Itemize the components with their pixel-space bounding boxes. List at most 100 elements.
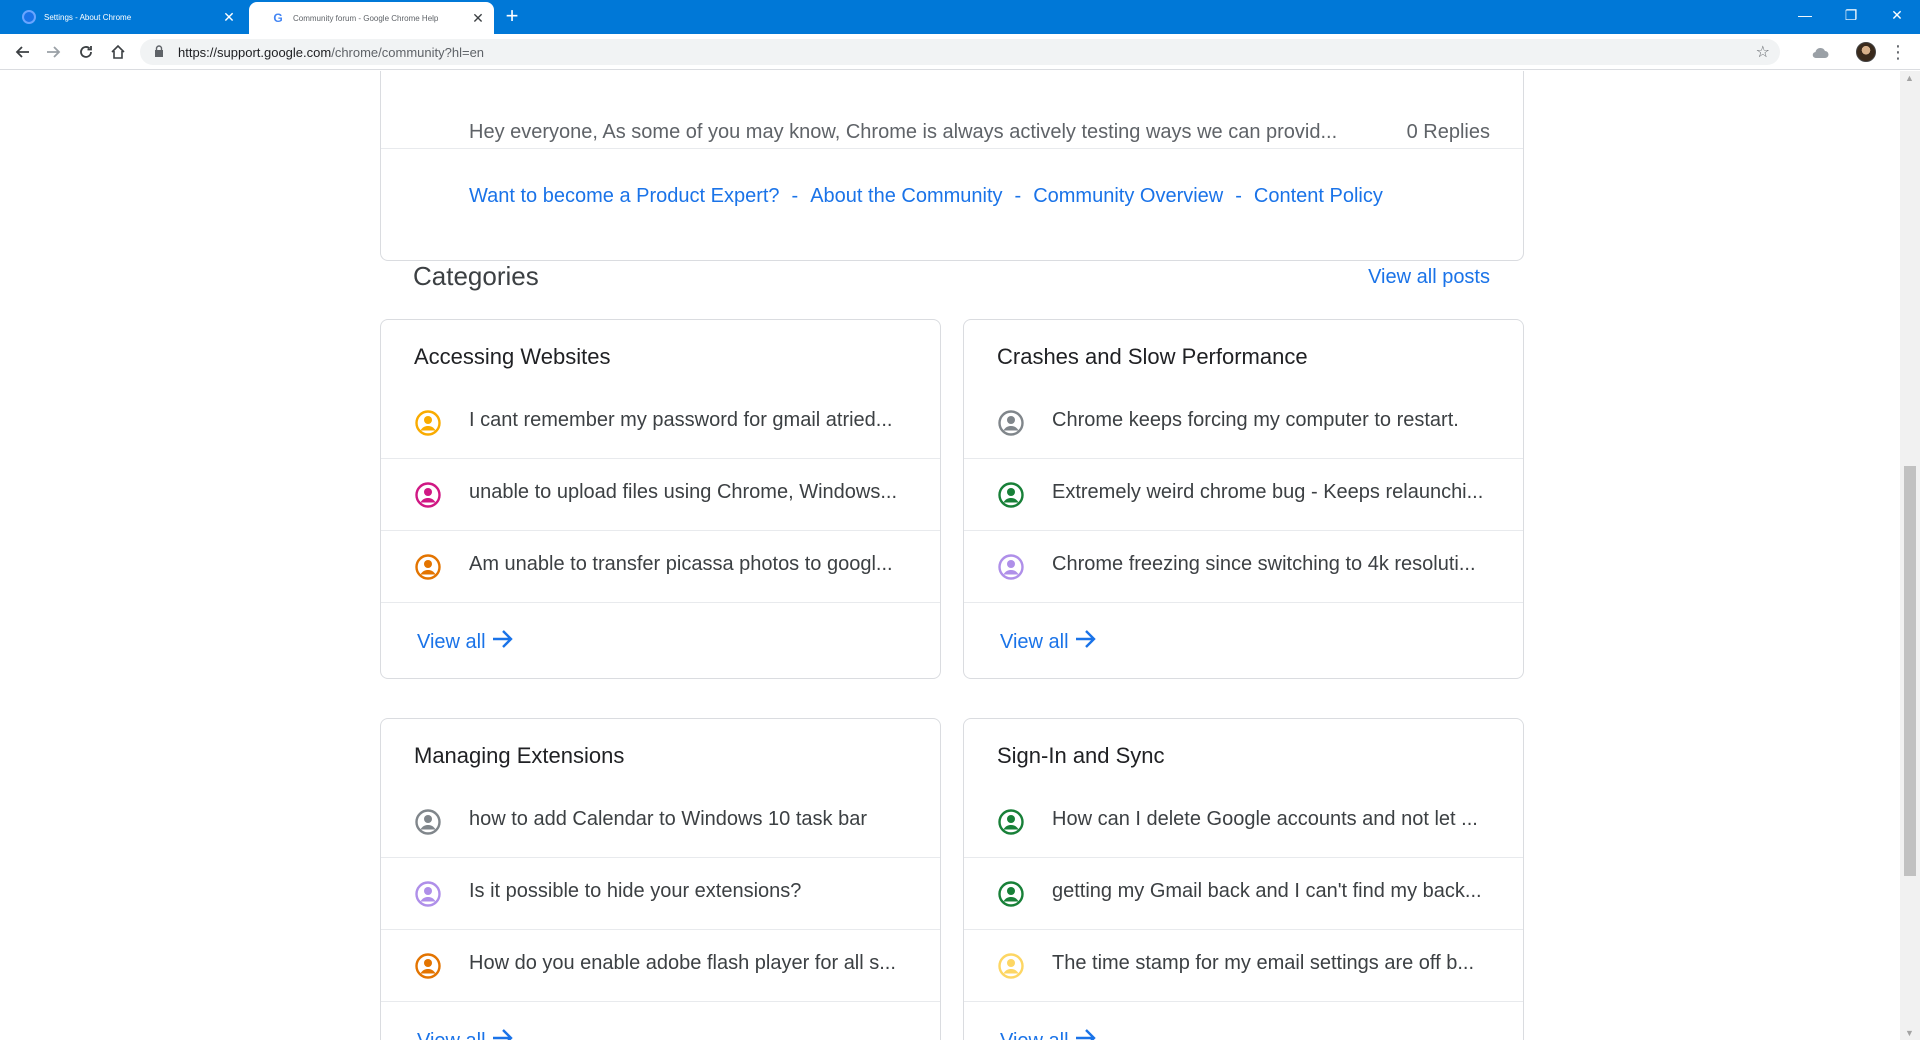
category-title[interactable]: Accessing Websites	[414, 344, 610, 370]
extension-cloud-icon[interactable]	[1808, 40, 1832, 64]
arrow-right-icon	[492, 629, 514, 655]
category-card: Managing Extensions how to add Calendar t…	[380, 718, 941, 1040]
reply-count: 0 Replies	[1406, 121, 1490, 143]
url-host: https://support.google.com	[178, 44, 332, 60]
menu-kebab-icon[interactable]: ⋮	[1886, 40, 1910, 64]
category-title[interactable]: Sign-In and Sync	[997, 743, 1165, 769]
user-avatar-icon	[998, 953, 1024, 979]
user-avatar-icon	[998, 809, 1024, 835]
user-avatar-icon	[998, 881, 1024, 907]
user-avatar-icon	[415, 482, 441, 508]
reload-icon[interactable]	[74, 40, 98, 64]
user-avatar-icon	[415, 953, 441, 979]
post-title: Am unable to transfer picassa photos to …	[469, 553, 893, 575]
categories-heading: Categories	[413, 261, 539, 291]
view-all-label: View all	[1000, 1030, 1069, 1040]
user-avatar-icon	[998, 410, 1024, 436]
category-post-row[interactable]: Is it possible to hide your extensions?	[381, 858, 940, 930]
post-title: The time stamp for my email settings are…	[1052, 952, 1475, 974]
lock-icon	[154, 44, 168, 60]
post-title: Chrome freezing since switching to 4k re…	[1052, 553, 1476, 575]
category-card: Crashes and Slow Performance Chrome keeps…	[963, 319, 1524, 679]
tab-community-forum[interactable]: G Community forum - Google Chrome Help ✕	[249, 2, 494, 34]
tab-title: Community forum - Google Chrome Help	[293, 13, 439, 23]
tab-settings-about-chrome[interactable]: Settings - About Chrome ✕	[0, 0, 245, 34]
close-icon[interactable]: ✕	[221, 9, 237, 26]
product-expert-link[interactable]: Want to become a Product Expert?	[469, 185, 780, 208]
community-overview-link[interactable]: Community Overview	[1033, 185, 1223, 208]
post-title: Extremely weird chrome bug - Keeps relau…	[1052, 481, 1484, 503]
arrow-right-icon	[492, 1028, 514, 1040]
user-avatar-icon	[998, 482, 1024, 508]
category-post-row[interactable]: The time stamp for my email settings are…	[964, 930, 1523, 1002]
post-title: how to add Calendar to Windows 10 task b…	[469, 808, 867, 830]
category-post-row[interactable]: Chrome freezing since switching to 4k re…	[964, 531, 1523, 603]
featured-posts-card: Hey everyone, As some of you may know, C…	[380, 71, 1524, 261]
restore-icon[interactable]: ❐	[1828, 0, 1874, 30]
category-title[interactable]: Crashes and Slow Performance	[997, 344, 1308, 370]
user-avatar-icon	[415, 881, 441, 907]
post-title: I cant remember my password for gmail at…	[469, 409, 893, 431]
minimize-icon[interactable]: —	[1782, 0, 1828, 30]
category-post-row[interactable]: Chrome keeps forcing my computer to rest…	[964, 387, 1523, 459]
category-title[interactable]: Managing Extensions	[414, 743, 624, 769]
post-title: getting my Gmail back and I can't find m…	[1052, 880, 1482, 902]
post-snippet: Hey everyone, As some of you may know, C…	[469, 121, 1338, 143]
category-post-row[interactable]: How can I delete Google accounts and not…	[964, 786, 1523, 858]
category-post-row[interactable]: How do you enable adobe flash player for…	[381, 930, 940, 1002]
category-post-row[interactable]: how to add Calendar to Windows 10 task b…	[381, 786, 940, 858]
close-window-icon[interactable]: ✕	[1874, 0, 1920, 30]
user-avatar-icon	[415, 410, 441, 436]
category-card: Accessing Websites I cant remember my pas…	[380, 319, 941, 679]
url-text: https://support.google.com/chrome/commun…	[178, 45, 484, 60]
category-post-row[interactable]: Am unable to transfer picassa photos to …	[381, 531, 940, 603]
view-all-link[interactable]: View all	[417, 1028, 514, 1040]
community-links: Want to become a Product Expert? - About…	[469, 185, 1383, 208]
category-card: Sign-In and Sync How can I delete Google …	[963, 718, 1524, 1040]
view-all-link[interactable]: View all	[1000, 1028, 1097, 1040]
page-content: Hey everyone, As some of you may know, C…	[0, 71, 1900, 1040]
chrome-settings-icon	[22, 10, 36, 24]
view-all-link[interactable]: View all	[1000, 629, 1097, 655]
google-g-icon: G	[273, 11, 283, 25]
page-scrollbar[interactable]: ▲ ▼	[1900, 71, 1920, 1040]
post-title: Is it possible to hide your extensions?	[469, 880, 802, 902]
category-post-row[interactable]: I cant remember my password for gmail at…	[381, 387, 940, 459]
bookmark-star-icon[interactable]: ☆	[1756, 42, 1770, 62]
view-all-label: View all	[417, 1030, 486, 1040]
home-icon[interactable]	[106, 40, 130, 64]
post-row[interactable]: Hey everyone, As some of you may know, C…	[381, 71, 1523, 149]
link-separator: -	[1014, 185, 1022, 207]
post-title: unable to upload files using Chrome, Win…	[469, 481, 898, 503]
new-tab-button[interactable]: +	[500, 5, 524, 29]
view-all-label: View all	[1000, 630, 1069, 653]
back-arrow-icon[interactable]	[10, 40, 34, 64]
scroll-down-icon[interactable]: ▼	[1905, 1028, 1914, 1038]
tab-strip: Settings - About Chrome ✕ G Community fo…	[0, 0, 1920, 34]
content-policy-link[interactable]: Content Policy	[1254, 185, 1383, 208]
link-separator: -	[1235, 185, 1242, 207]
post-title: How do you enable adobe flash player for…	[469, 952, 896, 974]
category-post-row[interactable]: getting my Gmail back and I can't find m…	[964, 858, 1523, 930]
post-title: Chrome keeps forcing my computer to rest…	[1052, 409, 1459, 431]
link-separator: -	[791, 185, 799, 207]
user-avatar-icon	[415, 554, 441, 580]
address-bar[interactable]: https://support.google.com/chrome/commun…	[140, 39, 1780, 65]
scrollbar-thumb[interactable]	[1904, 466, 1916, 876]
about-community-link[interactable]: About the Community	[810, 185, 1002, 208]
forward-arrow-icon[interactable]	[42, 40, 66, 64]
post-title: How can I delete Google accounts and not…	[1052, 808, 1478, 830]
profile-avatar[interactable]	[1854, 40, 1878, 64]
tab-title: Settings - About Chrome	[44, 12, 132, 22]
close-icon[interactable]: ✕	[470, 10, 486, 27]
user-avatar-icon	[998, 554, 1024, 580]
view-all-link[interactable]: View all	[417, 629, 514, 655]
url-path: /chrome/community?hl=en	[331, 44, 485, 60]
category-post-row[interactable]: unable to upload files using Chrome, Win…	[381, 459, 940, 531]
scroll-up-icon[interactable]: ▲	[1905, 73, 1914, 83]
user-avatar-icon	[415, 809, 441, 835]
view-all-posts-link[interactable]: View all posts	[1368, 266, 1490, 289]
browser-toolbar: https://support.google.com/chrome/commun…	[0, 34, 1920, 70]
arrow-right-icon	[1075, 629, 1097, 655]
category-post-row[interactable]: Extremely weird chrome bug - Keeps relau…	[964, 459, 1523, 531]
